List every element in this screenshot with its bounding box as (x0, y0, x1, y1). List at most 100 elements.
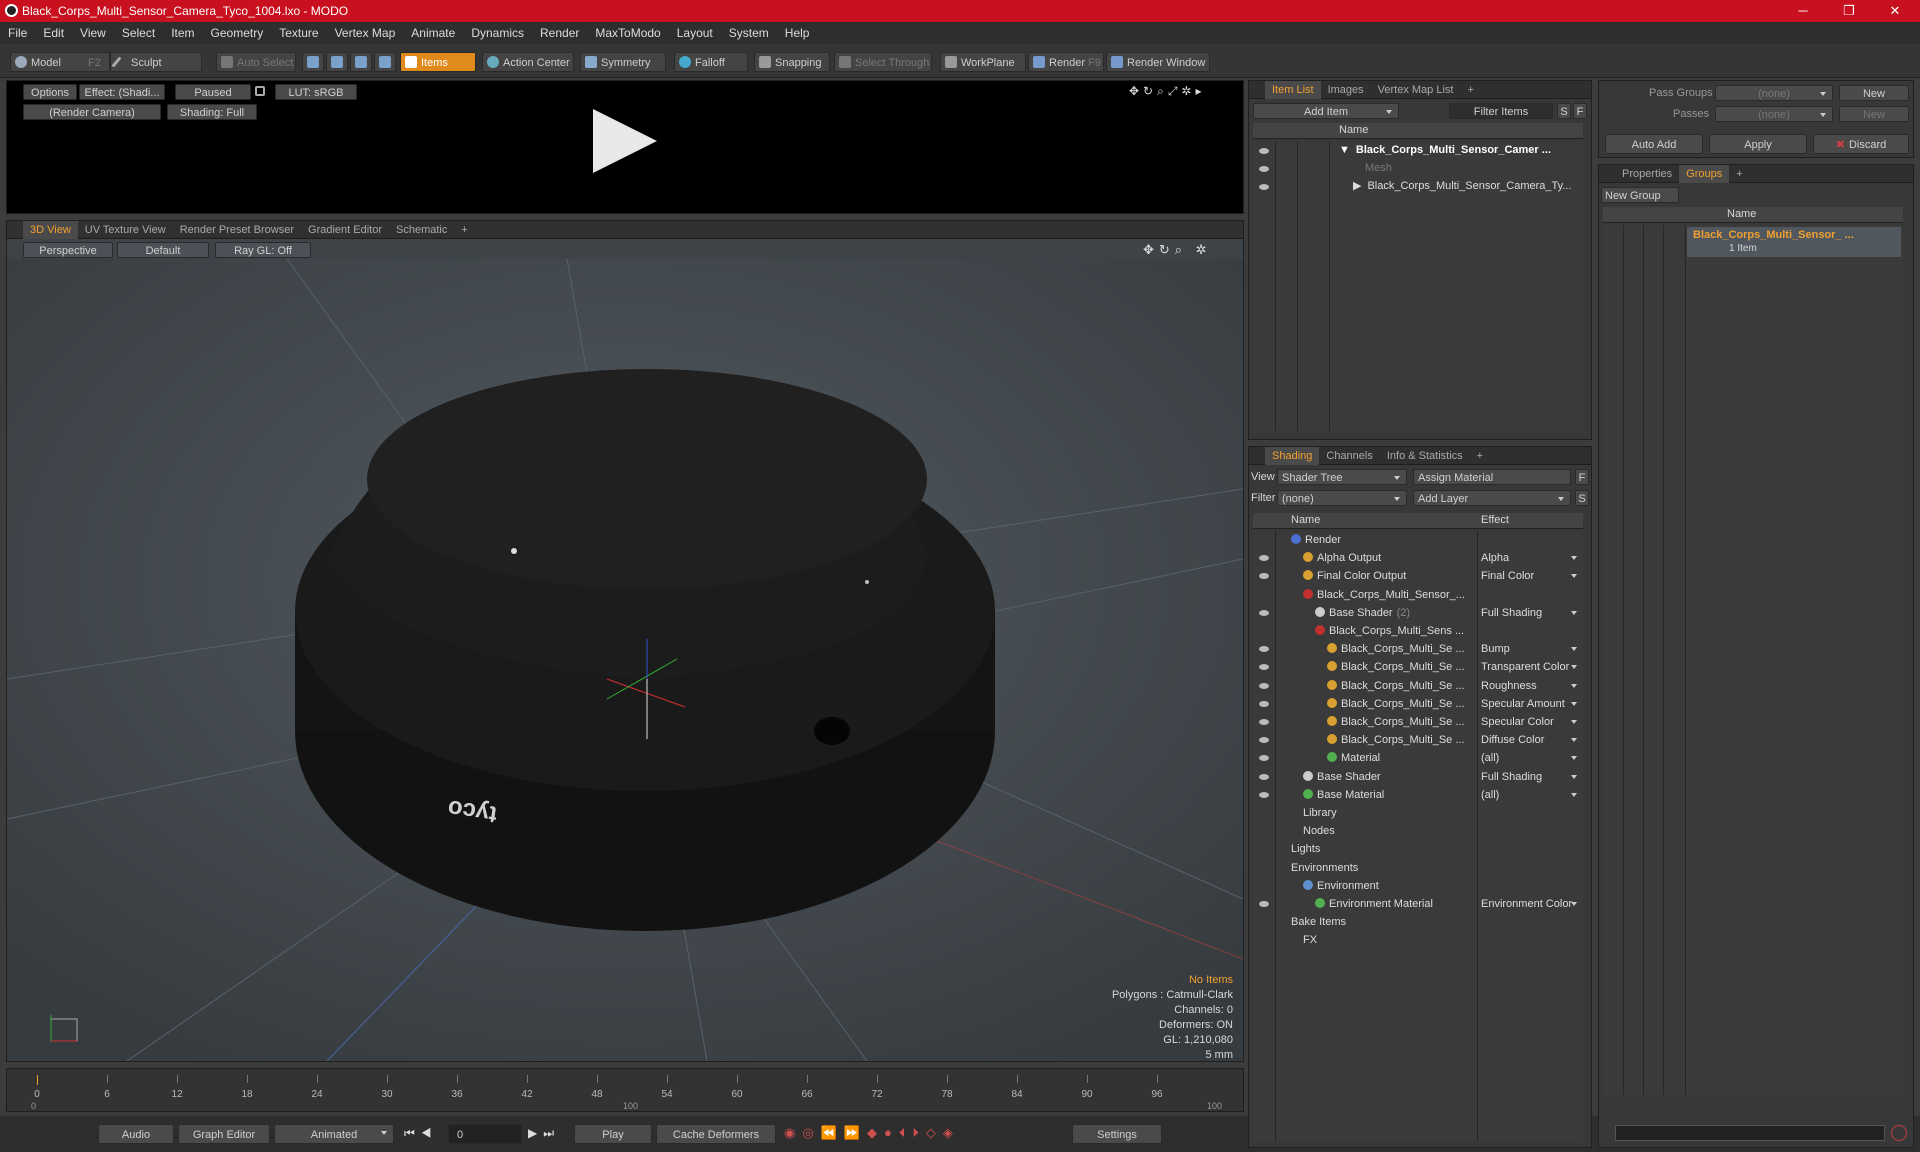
item-s-button[interactable]: S (1557, 103, 1571, 119)
key-tools-icons[interactable]: ◉◎⏪⏩◆●⏴⏵◇◈ (784, 1125, 960, 1141)
shader-effect-dropdown[interactable]: Specular Color (1481, 713, 1554, 731)
sculpt-mode-button[interactable]: Sculpt (110, 52, 202, 72)
tab-gradient-editor[interactable]: Gradient Editor (301, 221, 389, 239)
shader-row[interactable]: Black_Corps_Multi_Se ... (1327, 713, 1465, 731)
graph-editor-button[interactable]: Graph Editor (178, 1124, 270, 1144)
tab-images[interactable]: Images (1321, 81, 1371, 99)
animated-dropdown[interactable]: Animated (274, 1124, 394, 1144)
lock-icon[interactable] (255, 86, 265, 96)
tab-info-statistics[interactable]: Info & Statistics (1380, 447, 1470, 465)
transport-start-prev-icons[interactable]: ⏮◀ (404, 1126, 438, 1141)
shader-row[interactable]: Material (1327, 749, 1380, 767)
visibility-eye-icon[interactable] (1259, 682, 1269, 689)
menu-select[interactable]: Select (114, 22, 163, 44)
visibility-eye-icon[interactable] (1259, 573, 1269, 580)
select-through-button[interactable]: Select Through (834, 52, 932, 72)
visibility-eye-icon[interactable] (1259, 755, 1269, 762)
raygl-dropdown[interactable]: Ray GL: Off (215, 242, 311, 258)
new-pass-group-button[interactable]: New (1839, 85, 1909, 101)
preview-paused-button[interactable]: Paused (175, 84, 251, 100)
new-pass-button[interactable]: New (1839, 106, 1909, 122)
visibility-eye-icon[interactable] (1259, 719, 1269, 725)
menu-edit[interactable]: Edit (35, 22, 72, 44)
visibility-eye-icon[interactable] (1259, 901, 1269, 907)
shader-effect-dropdown[interactable]: Bump (1481, 640, 1510, 658)
pass-groups-dropdown[interactable]: (none) (1715, 85, 1833, 101)
new-group-button[interactable]: New Group (1601, 187, 1679, 203)
action-center-button[interactable]: Action Center (482, 52, 574, 72)
shader-row[interactable]: Nodes (1303, 822, 1335, 840)
assign-material-button[interactable]: Assign Material (1413, 469, 1571, 485)
tab-uv-texture-view[interactable]: UV Texture View (78, 221, 173, 239)
tab-shading[interactable]: Shading (1265, 447, 1320, 465)
shader-effect-dropdown[interactable]: Alpha (1481, 549, 1509, 567)
tab-properties[interactable]: Properties (1615, 165, 1679, 183)
tab-groups[interactable]: Groups (1679, 165, 1730, 183)
visibility-eye-icon[interactable] (1259, 148, 1269, 154)
menu-help[interactable]: Help (777, 22, 818, 44)
play-button[interactable]: Play (574, 1124, 652, 1144)
add-layer-dropdown[interactable]: Add Layer (1413, 490, 1571, 506)
menu-system[interactable]: System (721, 22, 777, 44)
tab-schematic[interactable]: Schematic (389, 221, 454, 239)
view-dropdown[interactable]: Shader Tree (1277, 469, 1407, 485)
shader-row[interactable]: Base Material (1303, 786, 1384, 804)
visibility-eye-icon[interactable] (1259, 184, 1269, 190)
command-input[interactable] (1615, 1125, 1885, 1141)
shader-effect-dropdown[interactable]: Diffuse Color (1481, 731, 1544, 749)
edge-mode-button[interactable] (326, 52, 348, 72)
maximize-button[interactable]: ❐ (1826, 0, 1872, 22)
menu-render[interactable]: Render (532, 22, 587, 44)
audio-button[interactable]: Audio (98, 1124, 174, 1144)
shader-row[interactable]: Black_Corps_Multi_Se ... (1327, 731, 1465, 749)
falloff-button[interactable]: Falloff (674, 52, 748, 72)
preview-effect-dropdown[interactable]: Effect: (Shadi... (79, 84, 165, 100)
tab-add-groups[interactable]: + (1729, 165, 1749, 183)
workplane-button[interactable]: WorkPlane (940, 52, 1026, 72)
tab-add-shading[interactable]: + (1470, 447, 1490, 465)
shader-row[interactable]: Final Color Output (1303, 567, 1406, 585)
add-item-dropdown[interactable]: Add Item (1253, 103, 1399, 119)
shader-row[interactable]: Render (1291, 531, 1341, 549)
shader-row[interactable]: Black_Corps_Multi_Se ... (1327, 695, 1465, 713)
preview-options-button[interactable]: Options (23, 84, 77, 100)
viewport-nav-icons[interactable]: ✥↻⌕ ✲ (1143, 242, 1212, 258)
shader-row[interactable]: Alpha Output (1303, 549, 1381, 567)
shader-row[interactable]: Black_Corps_Multi_Sens ... (1315, 622, 1464, 640)
shader-effect-dropdown[interactable]: Specular Amount (1481, 695, 1565, 713)
default-dropdown[interactable]: Default (117, 242, 209, 258)
visibility-eye-icon[interactable] (1259, 609, 1269, 616)
symmetry-button[interactable]: Symmetry (580, 52, 666, 72)
item-row-scene[interactable]: ▼ Black_Corps_Multi_Sensor_Camer ... (1339, 141, 1551, 159)
shader-row[interactable]: Base Shader (1303, 768, 1381, 786)
record-icon[interactable] (1891, 1125, 1907, 1141)
apply-button[interactable]: Apply (1709, 134, 1807, 154)
menu-maxtomodo[interactable]: MaxToModo (587, 22, 668, 44)
auto-select-button[interactable]: Auto Select (216, 52, 296, 72)
shader-row[interactable]: Environments (1291, 859, 1358, 877)
tab-item-list[interactable]: Item List (1265, 81, 1321, 99)
menu-layout[interactable]: Layout (669, 22, 721, 44)
shader-row[interactable]: Base Shader (2) (1315, 604, 1410, 622)
visibility-eye-icon[interactable] (1259, 555, 1269, 562)
vertex-mode-button[interactable] (302, 52, 324, 72)
tab-add[interactable]: + (454, 221, 474, 239)
shader-row[interactable]: Environment Material (1315, 895, 1433, 913)
shader-row[interactable]: Black_Corps_Multi_Se ... (1327, 658, 1465, 676)
model-mode-button[interactable]: Model F2 (10, 52, 110, 72)
minimize-button[interactable]: ─ (1780, 0, 1826, 22)
shading-s-button[interactable]: S (1575, 490, 1589, 506)
visibility-eye-icon[interactable] (1259, 700, 1269, 707)
tab-add-item-list[interactable]: + (1460, 81, 1480, 99)
menu-file[interactable]: File (0, 22, 35, 44)
visibility-eye-icon[interactable] (1259, 646, 1269, 653)
frame-input[interactable]: 0 (448, 1124, 522, 1144)
transport-next-end-icons[interactable]: ▶⏭ (528, 1126, 560, 1141)
visibility-eye-icon[interactable] (1259, 166, 1269, 172)
tab-channels[interactable]: Channels (1319, 447, 1379, 465)
polygon-mode-button[interactable] (350, 52, 372, 72)
shader-row[interactable]: Black_Corps_Multi_Se ... (1327, 640, 1465, 658)
shader-effect-dropdown[interactable]: Transparent Color (1481, 658, 1569, 676)
snapping-button[interactable]: Snapping (754, 52, 830, 72)
auto-add-button[interactable]: Auto Add (1605, 134, 1703, 154)
